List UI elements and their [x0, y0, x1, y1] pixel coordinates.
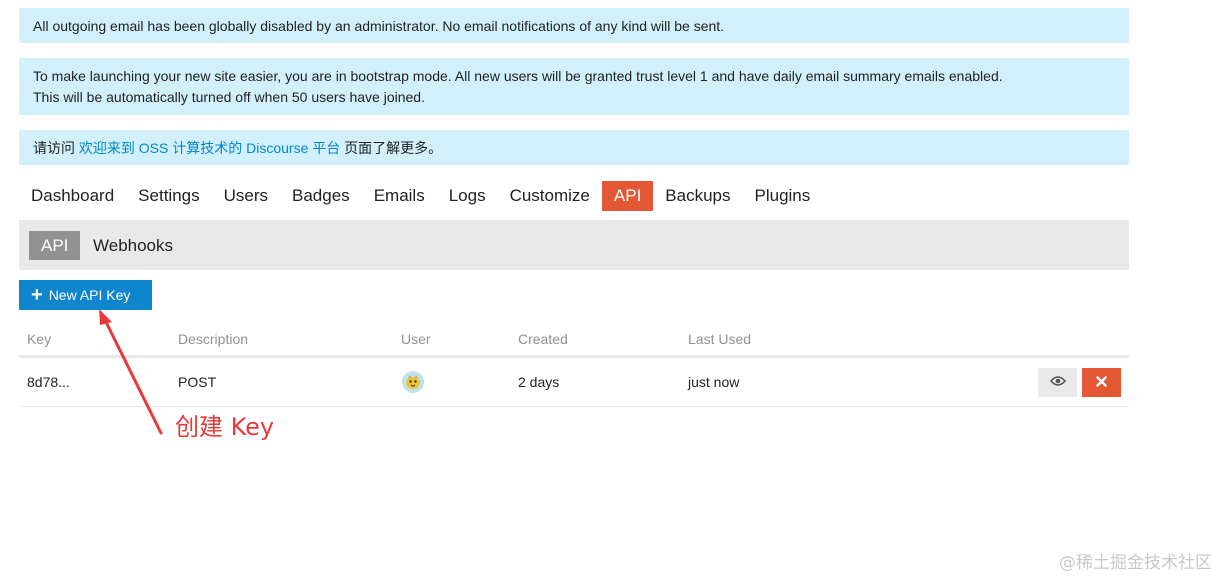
annotation-label: 创建 Key: [175, 413, 275, 441]
annotation-arrow: [99, 309, 163, 435]
watermark: @稀土掘金技术社区: [1059, 553, 1212, 573]
